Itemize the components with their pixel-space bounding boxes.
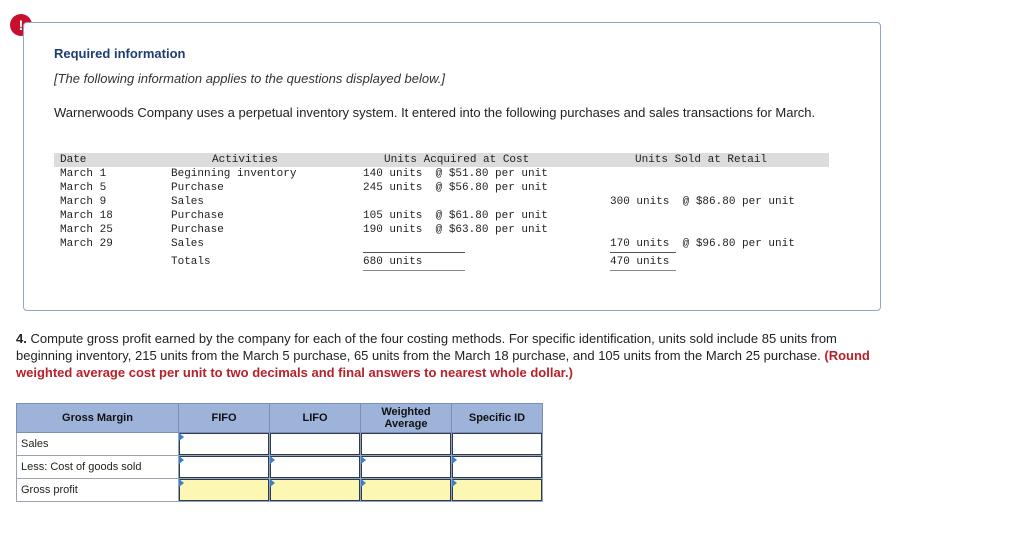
question-4: 4. Compute gross profit earned by the co… [16, 330, 876, 381]
sales-lifo-cell [269, 432, 361, 456]
table-row: March 18 Purchase 105 units @ $61.80 per… [54, 209, 829, 223]
totals-sold: 470 units [610, 256, 670, 268]
flag-icon [452, 479, 457, 487]
row-activity: Sales [171, 196, 205, 208]
sales-weighted-input[interactable] [361, 433, 451, 455]
flag-icon [270, 456, 275, 464]
flag-icon [452, 456, 457, 464]
gross-profit-lifo-input[interactable] [270, 479, 360, 501]
row-activity: Beginning inventory [171, 168, 297, 180]
gross-profit-specific-input[interactable] [452, 479, 542, 501]
gross-margin-header-row: Gross Margin FIFO LIFO Weighted Average … [16, 403, 543, 433]
flag-icon [179, 479, 184, 487]
cogs-specific-input[interactable] [452, 456, 542, 478]
totals-label: Totals [171, 256, 211, 268]
flag-icon [361, 479, 366, 487]
cogs-fifo-input[interactable] [179, 456, 269, 478]
gp-lifo-cell [269, 478, 361, 502]
gross-profit-weighted-input[interactable] [361, 479, 451, 501]
row-date: March 5 [60, 182, 107, 194]
scenario-paragraph: Warnerwoods Company uses a perpetual inv… [54, 105, 816, 120]
cogs-fifo-cell [178, 455, 270, 479]
row-activity: Purchase [171, 224, 224, 236]
sales-lifo-input[interactable] [270, 433, 360, 455]
sales-weighted-cell [360, 432, 452, 456]
table-row: Less: Cost of goods sold [16, 455, 543, 479]
question-number: 4. [16, 331, 27, 346]
sold-total-underline [610, 270, 676, 271]
inventory-header-row: Date Activities Units Acquired at Cost U… [54, 153, 829, 167]
flag-icon [361, 456, 366, 464]
row-date: March 29 [60, 238, 113, 250]
acquired-total-underline [363, 270, 465, 271]
required-information-title: Required information [54, 46, 186, 61]
totals-row: Totals 680 units 470 units [54, 255, 829, 269]
cogs-lifo-input[interactable] [270, 456, 360, 478]
row-sold: 170 units @ $96.80 per unit [610, 238, 795, 250]
row-acquired: 140 units @ $51.80 per unit [363, 168, 548, 180]
row-activity: Sales [171, 238, 205, 250]
header-units-acquired: Units Acquired at Cost [384, 154, 530, 166]
acquired-sum-line [363, 252, 465, 253]
row-activity: Purchase [171, 182, 224, 194]
flag-icon [179, 456, 184, 464]
gp-specific-cell [451, 478, 543, 502]
cogs-weighted-cell [360, 455, 452, 479]
row-date: March 18 [60, 210, 113, 222]
table-row: March 1 Beginning inventory 140 units @ … [54, 167, 829, 181]
table-row: March 5 Purchase 245 units @ $56.80 per … [54, 181, 829, 195]
gross-margin-table: Gross Margin FIFO LIFO Weighted Average … [16, 403, 543, 502]
header-units-sold: Units Sold at Retail [635, 154, 768, 166]
table-row: March 25 Purchase 190 units @ $63.80 per… [54, 223, 829, 237]
row-acquired: 105 units @ $61.80 per unit [363, 210, 548, 222]
cogs-weighted-input[interactable] [361, 456, 451, 478]
row-label-gross-profit: Gross profit [16, 478, 179, 502]
row-sold: 300 units @ $86.80 per unit [610, 196, 795, 208]
cogs-specific-cell [451, 455, 543, 479]
header-gross-margin: Gross Margin [16, 403, 179, 433]
question-text: Compute gross profit earned by the compa… [16, 331, 837, 363]
sales-fifo-input[interactable] [179, 433, 269, 455]
inventory-transactions-table: Date Activities Units Acquired at Cost U… [54, 153, 829, 271]
row-acquired: 245 units @ $56.80 per unit [363, 182, 548, 194]
row-label-cogs: Less: Cost of goods sold [16, 455, 179, 479]
row-activity: Purchase [171, 210, 224, 222]
header-fifo: FIFO [178, 403, 270, 433]
table-row: Sales [16, 432, 543, 456]
table-row: March 9 Sales 300 units @ $86.80 per uni… [54, 195, 829, 209]
table-row: March 29 Sales 170 units @ $96.80 per un… [54, 237, 829, 251]
header-activities: Activities [212, 154, 279, 166]
sales-specific-input[interactable] [452, 433, 542, 455]
row-date: March 1 [60, 168, 107, 180]
row-label-sales: Sales [16, 432, 179, 456]
header-lifo: LIFO [269, 403, 361, 433]
header-date: Date [60, 154, 87, 166]
flag-icon [270, 479, 275, 487]
gp-fifo-cell [178, 478, 270, 502]
totals-acquired: 680 units [363, 256, 423, 268]
header-specific-id: Specific ID [451, 403, 543, 433]
gp-weighted-cell [360, 478, 452, 502]
required-information-subtitle: [The following information applies to th… [54, 71, 445, 86]
flag-icon [179, 433, 184, 441]
row-date: March 9 [60, 196, 107, 208]
header-weighted-average: Weighted Average [360, 403, 452, 433]
row-acquired: 190 units @ $63.80 per unit [363, 224, 548, 236]
row-date: March 25 [60, 224, 113, 236]
sales-specific-cell [451, 432, 543, 456]
cogs-lifo-cell [269, 455, 361, 479]
sold-sum-line [610, 252, 676, 253]
table-row: Gross profit [16, 478, 543, 502]
gross-profit-fifo-input[interactable] [179, 479, 269, 501]
sales-fifo-cell [178, 432, 270, 456]
